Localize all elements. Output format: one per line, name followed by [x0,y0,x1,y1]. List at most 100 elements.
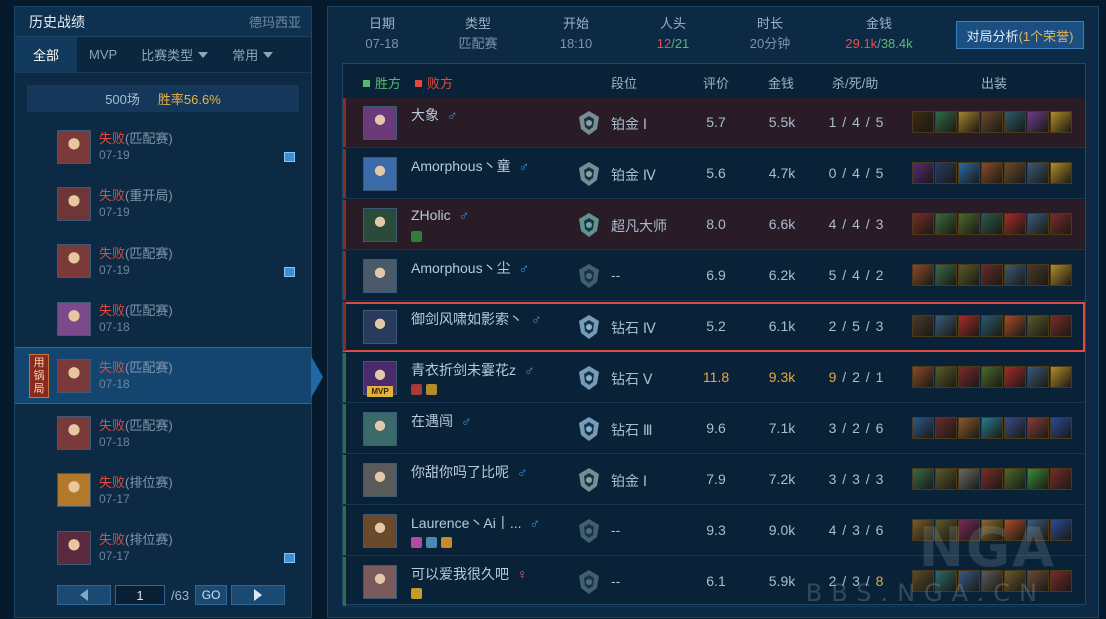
match-item[interactable]: 失败(匹配赛) 07-18 [15,290,311,347]
item-icon[interactable] [958,111,980,133]
item-icon[interactable] [1004,162,1026,184]
match-analysis-button[interactable]: 对局分析 (1个荣誉) [956,21,1084,49]
item-icon[interactable] [1050,111,1072,133]
kda-sep: / [836,420,853,436]
item-icon[interactable] [935,111,957,133]
item-icon[interactable] [958,162,980,184]
kda-sep: / [836,114,853,130]
item-icon[interactable] [981,468,1003,490]
item-icon[interactable] [1004,417,1026,439]
item-icon[interactable] [1027,315,1049,337]
replay-icon[interactable] [284,553,295,564]
match-item[interactable]: 用锅局 失败(匹配赛) 07-18 [15,347,323,405]
player-row[interactable]: 御剑风啸如影索丶 ♂ 钻石 Ⅳ 5.2 6.1k 2 / 5 / 3 [343,302,1085,352]
item-icon[interactable] [935,213,957,235]
replay-icon[interactable] [284,152,295,163]
item-icon[interactable] [912,366,934,388]
match-item[interactable]: 失败(重开局) 07-19 [15,175,311,232]
item-icon[interactable] [1050,366,1072,388]
item-icon[interactable] [1027,264,1049,286]
tab-1[interactable]: MVP [77,37,129,72]
item-icon[interactable] [935,315,957,337]
player-row[interactable]: Amorphous丶尘 ♂ -- 6.9 6.2k 5 / 4 / 2 [343,251,1085,301]
match-item[interactable]: 失败(排位赛) 07-17 [15,519,311,576]
match-info: 失败(排位赛) 07-17 [99,474,173,507]
tab-3[interactable]: 常用 [220,37,285,72]
item-icon[interactable] [1004,111,1026,133]
champion-portrait [57,358,91,393]
player-row[interactable]: ZHolic ♂ 超凡大师 8.0 6.6k 4 / 4 / 3 [343,200,1085,250]
item-icon[interactable] [935,366,957,388]
prev-page-button[interactable] [57,585,111,605]
item-icon[interactable] [981,162,1003,184]
item-icon[interactable] [958,366,980,388]
item-icon[interactable] [1004,468,1026,490]
item-icon[interactable] [958,315,980,337]
item-icon[interactable] [912,315,934,337]
next-page-button[interactable] [231,585,286,605]
player-row[interactable]: 在遇闯 ♂ 钻石 Ⅲ 9.6 7.1k 3 / 2 / 6 [343,404,1085,454]
col-gold: 金钱 [768,76,795,91]
page-input[interactable] [115,585,165,605]
item-icon[interactable] [958,417,980,439]
item-icon[interactable] [1050,417,1072,439]
player-row[interactable]: 大象 ♂ 铂金 Ⅰ 5.7 5.5k 1 / 4 / 5 [343,98,1085,148]
match-item[interactable]: 失败(匹配赛) 07-19 [15,118,311,175]
player-name-line: Amorphous丶尘 ♂ [411,258,529,278]
item-icon[interactable] [1050,468,1072,490]
score-value: 11.8 [702,369,730,385]
champion-portrait [57,129,91,164]
item-icon[interactable] [935,162,957,184]
item-icon[interactable] [1027,213,1049,235]
player-row[interactable]: MVP 青衣折剑未霎花z ♂ 钻石 Ⅴ 11.8 9.3k 9 / 2 / 1 [343,353,1085,403]
item-icon[interactable] [1027,162,1049,184]
item-build [912,111,1072,133]
item-icon[interactable] [958,468,980,490]
female-icon: ♀ [517,566,528,582]
match-item[interactable]: 失败(排位赛) 07-17 [15,462,311,519]
item-icon[interactable] [958,213,980,235]
item-icon[interactable] [981,111,1003,133]
item-icon[interactable] [981,417,1003,439]
item-icon[interactable] [912,162,934,184]
match-item[interactable]: 失败(匹配赛) 07-19 [15,233,311,290]
item-icon[interactable] [981,366,1003,388]
tab-0[interactable]: 全部 [15,37,77,72]
item-icon[interactable] [1050,162,1072,184]
item-icon[interactable] [1050,213,1072,235]
item-icon[interactable] [1027,468,1049,490]
item-icon[interactable] [1004,315,1026,337]
replay-icon[interactable] [284,266,295,277]
go-button[interactable]: GO [195,585,228,605]
item-icon[interactable] [981,213,1003,235]
item-icon[interactable] [912,417,934,439]
tab-2[interactable]: 比赛类型 [129,37,220,72]
item-icon[interactable] [1050,315,1072,337]
tab-label: MVP [89,47,118,62]
player-row[interactable]: 你甜你吗了比呢 ♂ 铂金 Ⅰ 7.9 7.2k 3 / 3 / 3 [343,455,1085,505]
item-icon[interactable] [1004,264,1026,286]
item-icon[interactable] [1004,366,1026,388]
kda-sep: / [859,114,876,130]
item-icon[interactable] [1004,213,1026,235]
item-icon[interactable] [912,468,934,490]
item-icon[interactable] [935,417,957,439]
item-icon[interactable] [958,264,980,286]
item-icon[interactable] [981,315,1003,337]
item-icon[interactable] [912,264,934,286]
match-info: 失败(匹配赛) 07-18 [99,302,173,335]
item-icon[interactable] [935,468,957,490]
match-item[interactable]: 失败(匹配赛) 07-18 [15,404,311,461]
item-icon[interactable] [1050,264,1072,286]
page-total: /63 [171,587,190,603]
item-icon[interactable] [912,111,934,133]
match-result-line: 失败(匹配赛) [99,417,173,434]
champion-avatar [363,259,397,293]
item-icon[interactable] [1027,366,1049,388]
item-icon[interactable] [1027,111,1049,133]
item-icon[interactable] [935,264,957,286]
item-icon[interactable] [1027,417,1049,439]
item-icon[interactable] [981,264,1003,286]
player-row[interactable]: Amorphous丶童 ♂ 铂金 Ⅳ 5.6 4.7k 0 / 4 / 5 [343,149,1085,199]
item-icon[interactable] [912,213,934,235]
